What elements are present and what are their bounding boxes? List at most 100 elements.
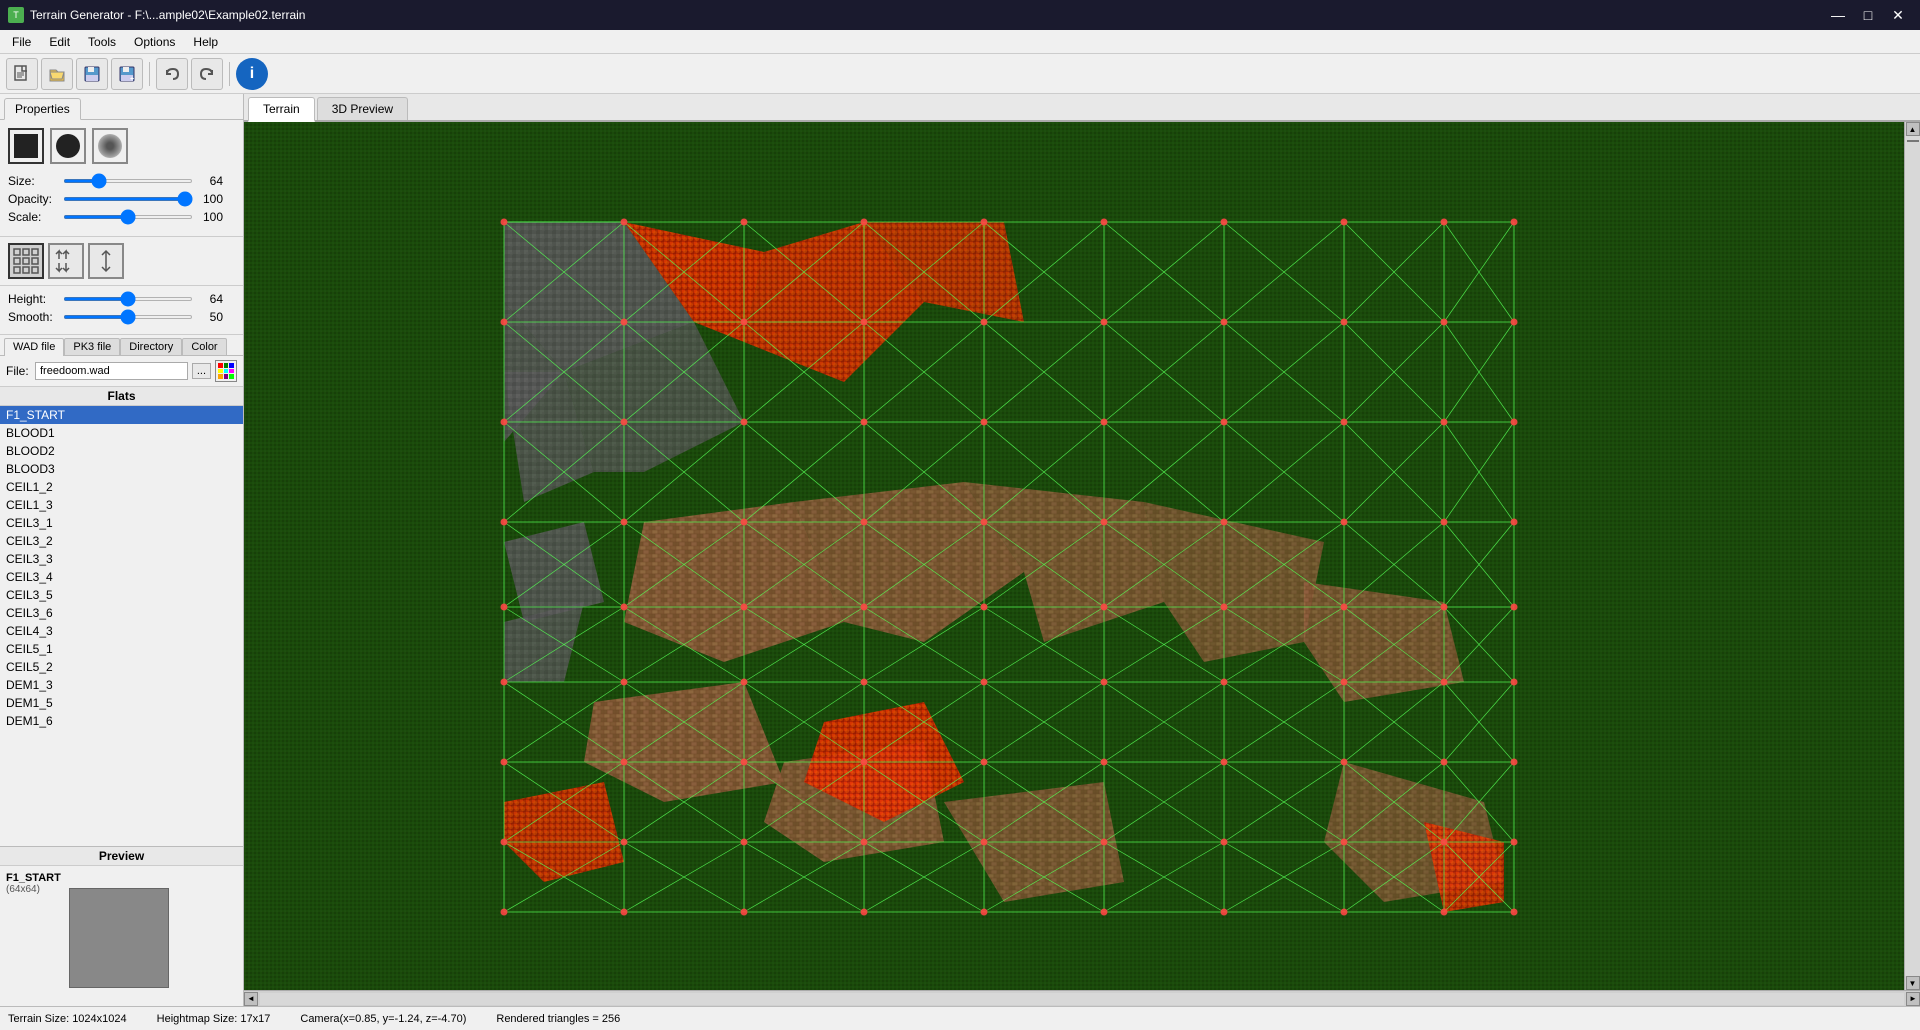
- color-tab[interactable]: Color: [182, 338, 226, 355]
- flat-item[interactable]: F1_START: [0, 406, 243, 424]
- menu-tools[interactable]: Tools: [80, 33, 124, 51]
- preview-size: (64x64): [6, 884, 61, 895]
- flat-item[interactable]: CEIL3_5: [0, 586, 243, 604]
- pattern-mode-button[interactable]: [8, 243, 44, 279]
- flat-item[interactable]: CEIL1_2: [0, 478, 243, 496]
- smooth-slider[interactable]: [63, 315, 193, 319]
- statusbar: Terrain Size: 1024x1024 Heightmap Size: …: [0, 1006, 1920, 1030]
- close-button[interactable]: ✕: [1884, 5, 1912, 25]
- flat-item[interactable]: CEIL1_3: [0, 496, 243, 514]
- properties-tab[interactable]: Properties: [4, 98, 81, 120]
- preview-header: Preview: [0, 847, 243, 866]
- flat-item[interactable]: CEIL3_3: [0, 550, 243, 568]
- open-button[interactable]: [41, 58, 73, 90]
- flats-header: Flats: [0, 387, 243, 406]
- soft-brush-icon: [98, 134, 122, 158]
- browse-button[interactable]: ...: [192, 363, 211, 379]
- left-panel: Properties Size: 64: [0, 94, 244, 1006]
- updown-mode-button[interactable]: [48, 243, 84, 279]
- soft-brush-button[interactable]: [92, 128, 128, 164]
- 3d-preview-tab[interactable]: 3D Preview: [317, 97, 408, 120]
- preview-content: F1_START (64x64): [0, 866, 243, 1006]
- menu-edit[interactable]: Edit: [41, 33, 78, 51]
- properties-tab-bar: Properties: [0, 94, 243, 120]
- terrain-canvas[interactable]: [244, 122, 1904, 990]
- pk3-file-tab[interactable]: PK3 file: [64, 338, 120, 355]
- flat-item[interactable]: CEIL3_6: [0, 604, 243, 622]
- scroll-thumb[interactable]: [1907, 140, 1919, 142]
- flat-item[interactable]: DEM1_3: [0, 676, 243, 694]
- maximize-button[interactable]: □: [1854, 5, 1882, 25]
- file-input[interactable]: [35, 362, 188, 380]
- undo-button[interactable]: [156, 58, 188, 90]
- menu-file[interactable]: File: [4, 33, 39, 51]
- circle-brush-button[interactable]: [50, 128, 86, 164]
- flat-item[interactable]: BLOOD3: [0, 460, 243, 478]
- flat-item[interactable]: CEIL3_1: [0, 514, 243, 532]
- terrain-with-scrollbar: ▲ ▼: [244, 122, 1920, 990]
- brush-shapes: [8, 128, 235, 164]
- height-smooth: Height: 64 Smooth: 50: [0, 286, 243, 335]
- flat-item[interactable]: BLOOD2: [0, 442, 243, 460]
- scale-slider[interactable]: [63, 215, 193, 219]
- flat-item[interactable]: BLOOD1: [0, 424, 243, 442]
- flat-item[interactable]: CEIL5_1: [0, 640, 243, 658]
- window-title: Terrain Generator - F:\...ample02\Exampl…: [30, 8, 305, 22]
- square-brush-button[interactable]: [8, 128, 44, 164]
- redo-button[interactable]: [191, 58, 223, 90]
- cg-cell-1: [218, 363, 223, 368]
- smooth-label: Smooth:: [8, 310, 63, 324]
- smooth-slider-row: Smooth: 50: [8, 310, 235, 324]
- horizontal-scrollbar[interactable]: ◄ ►: [244, 990, 1920, 1006]
- canvas-area: Terrain 3D Preview: [244, 94, 1920, 1006]
- cg-cell-2: [224, 363, 229, 368]
- size-slider[interactable]: [63, 179, 193, 183]
- scale-slider-row: Scale: 100: [8, 210, 235, 224]
- save-button[interactable]: [76, 58, 108, 90]
- menu-help[interactable]: Help: [185, 33, 226, 51]
- flat-item[interactable]: DEM1_5: [0, 694, 243, 712]
- texture-tabs: WAD file PK3 file Directory Color: [0, 335, 243, 356]
- opacity-slider-row: Opacity: 100: [8, 192, 235, 206]
- height-slider[interactable]: [63, 297, 193, 301]
- cg-cell-8: [224, 374, 229, 379]
- menubar: File Edit Tools Options Help: [0, 30, 1920, 54]
- camera-status: Camera(x=0.85, y=-1.24, z=-4.70): [300, 1013, 466, 1025]
- titlebar-left: T Terrain Generator - F:\...ample02\Exam…: [8, 7, 305, 23]
- color-picker-button[interactable]: [215, 360, 237, 382]
- flat-list[interactable]: F1_STARTBLOOD1BLOOD2BLOOD3CEIL1_2CEIL1_3…: [0, 406, 243, 846]
- menu-options[interactable]: Options: [126, 33, 183, 51]
- height-value: 64: [193, 292, 223, 306]
- brush-section: Size: 64 Opacity: 100 Scale: 100: [0, 120, 243, 237]
- info-button[interactable]: i: [236, 58, 268, 90]
- directory-tab[interactable]: Directory: [120, 338, 182, 355]
- scroll-left-button[interactable]: ◄: [244, 992, 258, 1006]
- preview-name: F1_START: [6, 872, 61, 884]
- saveas-button[interactable]: +: [111, 58, 143, 90]
- scroll-up-button[interactable]: ▲: [1906, 122, 1920, 136]
- flat-item[interactable]: CEIL3_2: [0, 532, 243, 550]
- main-layout: Properties Size: 64: [0, 94, 1920, 1006]
- cg-cell-4: [218, 369, 223, 374]
- square-brush-icon: [14, 134, 38, 158]
- minimize-button[interactable]: —: [1824, 5, 1852, 25]
- app-icon: T: [8, 7, 24, 23]
- flat-item[interactable]: CEIL5_2: [0, 658, 243, 676]
- terrain-size-status: Terrain Size: 1024x1024: [8, 1013, 127, 1025]
- size-slider-row: Size: 64: [8, 174, 235, 188]
- terrain-tab[interactable]: Terrain: [248, 97, 315, 122]
- wad-file-tab[interactable]: WAD file: [4, 338, 64, 356]
- vertical-scrollbar[interactable]: ▲ ▼: [1904, 122, 1920, 990]
- flat-item[interactable]: CEIL3_4: [0, 568, 243, 586]
- scroll-down-button[interactable]: ▼: [1906, 976, 1920, 990]
- new-button[interactable]: [6, 58, 38, 90]
- file-row: File: ...: [0, 356, 243, 387]
- view-tabs-bar: Terrain 3D Preview: [244, 94, 1920, 122]
- flat-item[interactable]: CEIL4_3: [0, 622, 243, 640]
- opacity-slider[interactable]: [63, 197, 193, 201]
- smooth-mode-button[interactable]: [88, 243, 124, 279]
- scale-value: 100: [193, 210, 223, 224]
- scroll-right-button[interactable]: ►: [1906, 992, 1920, 1006]
- flat-item[interactable]: DEM1_6: [0, 712, 243, 730]
- terrain-svg: [244, 122, 1904, 990]
